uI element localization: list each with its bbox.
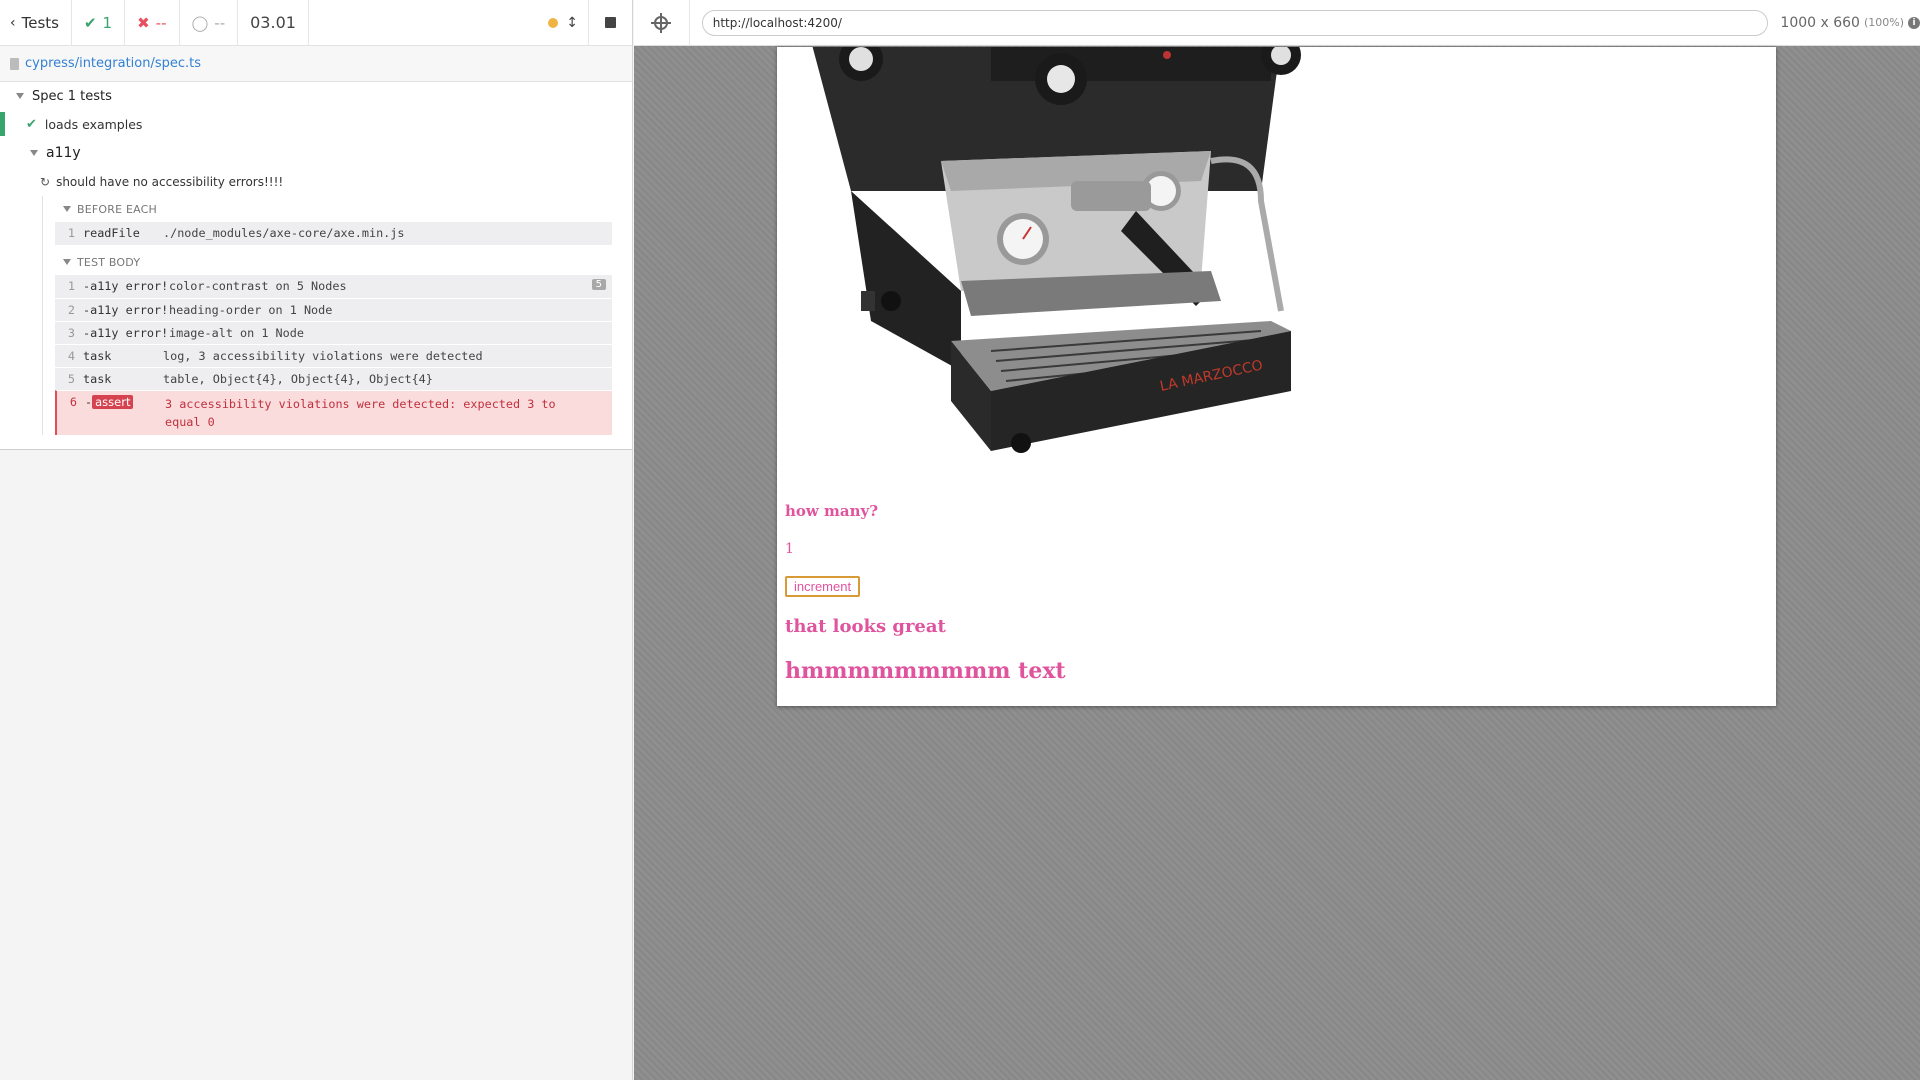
command-row[interactable]: 1 readFile ./node_modules/axe-core/axe.m… xyxy=(55,222,612,245)
circle-notch-icon: ◯ xyxy=(191,13,209,32)
caret-down-icon xyxy=(30,150,38,156)
assert-label: assert xyxy=(92,395,134,409)
command-row[interactable]: 5 task table, Object{4}, Object{4}, Obje… xyxy=(55,367,612,390)
pending-count[interactable]: ◯ -- xyxy=(180,0,239,46)
question-heading: how many? xyxy=(785,502,879,520)
passed-indicator xyxy=(0,112,5,136)
command-row[interactable]: 2 -a11y error! heading-order on 1 Node xyxy=(55,298,612,321)
refresh-icon: ↻ xyxy=(40,175,51,189)
num-elements-badge: 5 xyxy=(591,279,606,290)
aut-header: http://localhost:4200/ 1000 x 660 (100%)… xyxy=(634,0,1920,46)
reporter-panel: ‹ Tests ✔ 1 ✖ -- ◯ -- 03.01 ↕ cypress/in… xyxy=(0,0,633,1080)
increment-button[interactable]: increment xyxy=(785,576,861,597)
check-icon: ✔ xyxy=(83,13,97,32)
command-row[interactable]: 1 -a11y error! color-contrast on 5 Nodes… xyxy=(55,275,612,298)
test-title: loads examples xyxy=(44,116,143,132)
tests-label: Tests xyxy=(21,13,59,32)
reporter-header: ‹ Tests ✔ 1 ✖ -- ◯ -- 03.01 ↕ xyxy=(0,0,632,46)
failed-count[interactable]: ✖ -- xyxy=(125,0,180,46)
runnables-list: Spec 1 tests ✔ loads examples a11y ↻ sho… xyxy=(0,82,632,450)
command-row[interactable]: 3 -a11y error! image-alt on 1 Node xyxy=(55,321,612,344)
passed-count[interactable]: ✔ 1 xyxy=(72,0,126,46)
espresso-machine-image: LA MARZOCCO xyxy=(812,47,1301,453)
test-running[interactable]: ↻ should have no accessibility errors!!!… xyxy=(0,168,632,196)
hook-before-each[interactable]: BEFORE EACH xyxy=(63,196,612,222)
auto-scroll-toggle-icon[interactable]: ↕ xyxy=(566,15,578,31)
selector-playground-button[interactable] xyxy=(634,0,690,46)
file-icon xyxy=(10,57,19,70)
test-loads-examples[interactable]: ✔ loads examples xyxy=(0,110,632,138)
viewport-info[interactable]: 1000 x 660 (100%) i xyxy=(1780,15,1920,31)
stop-button[interactable] xyxy=(588,0,632,46)
hook-test-body[interactable]: TEST BODY xyxy=(63,249,612,275)
suite-a11y[interactable]: a11y xyxy=(0,138,632,168)
command-row-failed[interactable]: 6 - assert 3 accessibility violations wer… xyxy=(55,390,612,435)
hooks-block: BEFORE EACH 1 readFile ./node_modules/ax… xyxy=(42,196,612,435)
close-icon: ✖ xyxy=(137,13,150,32)
root-suite[interactable]: Spec 1 tests xyxy=(0,82,632,110)
counter-value: 1 xyxy=(785,541,794,557)
duration: 03.01 xyxy=(238,0,309,46)
suite-title: a11y xyxy=(46,145,81,161)
great-heading: that looks great xyxy=(785,616,946,637)
spec-file-link[interactable]: cypress/integration/spec.ts xyxy=(25,56,201,71)
check-icon: ✔ xyxy=(26,116,37,132)
test-title: should have no accessibility errors!!!! xyxy=(56,175,284,189)
caret-down-icon xyxy=(63,259,71,265)
suite-title: Spec 1 tests xyxy=(32,88,112,104)
url-field[interactable]: http://localhost:4200/ xyxy=(701,9,1769,36)
caret-down-icon xyxy=(16,93,24,99)
run-controls: ↕ xyxy=(548,15,588,31)
running-indicator-icon xyxy=(548,17,559,28)
aut-panel: http://localhost:4200/ 1000 x 660 (100%)… xyxy=(634,0,1920,1080)
hmm-heading: hmmmmmmmmm text xyxy=(785,658,1066,684)
spec-file-bar: cypress/integration/spec.ts xyxy=(0,46,632,82)
stop-icon xyxy=(605,17,616,28)
command-row[interactable]: 4 task log, 3 accessibility violations w… xyxy=(55,344,612,367)
crosshair-icon xyxy=(651,12,672,33)
caret-down-icon xyxy=(63,206,71,212)
app-iframe: LA MARZOCCO how many? 1 increment that l… xyxy=(777,47,1776,706)
info-icon: i xyxy=(1908,16,1920,29)
chevron-left-icon: ‹ xyxy=(10,14,16,31)
back-to-tests-button[interactable]: ‹ Tests xyxy=(0,0,72,46)
